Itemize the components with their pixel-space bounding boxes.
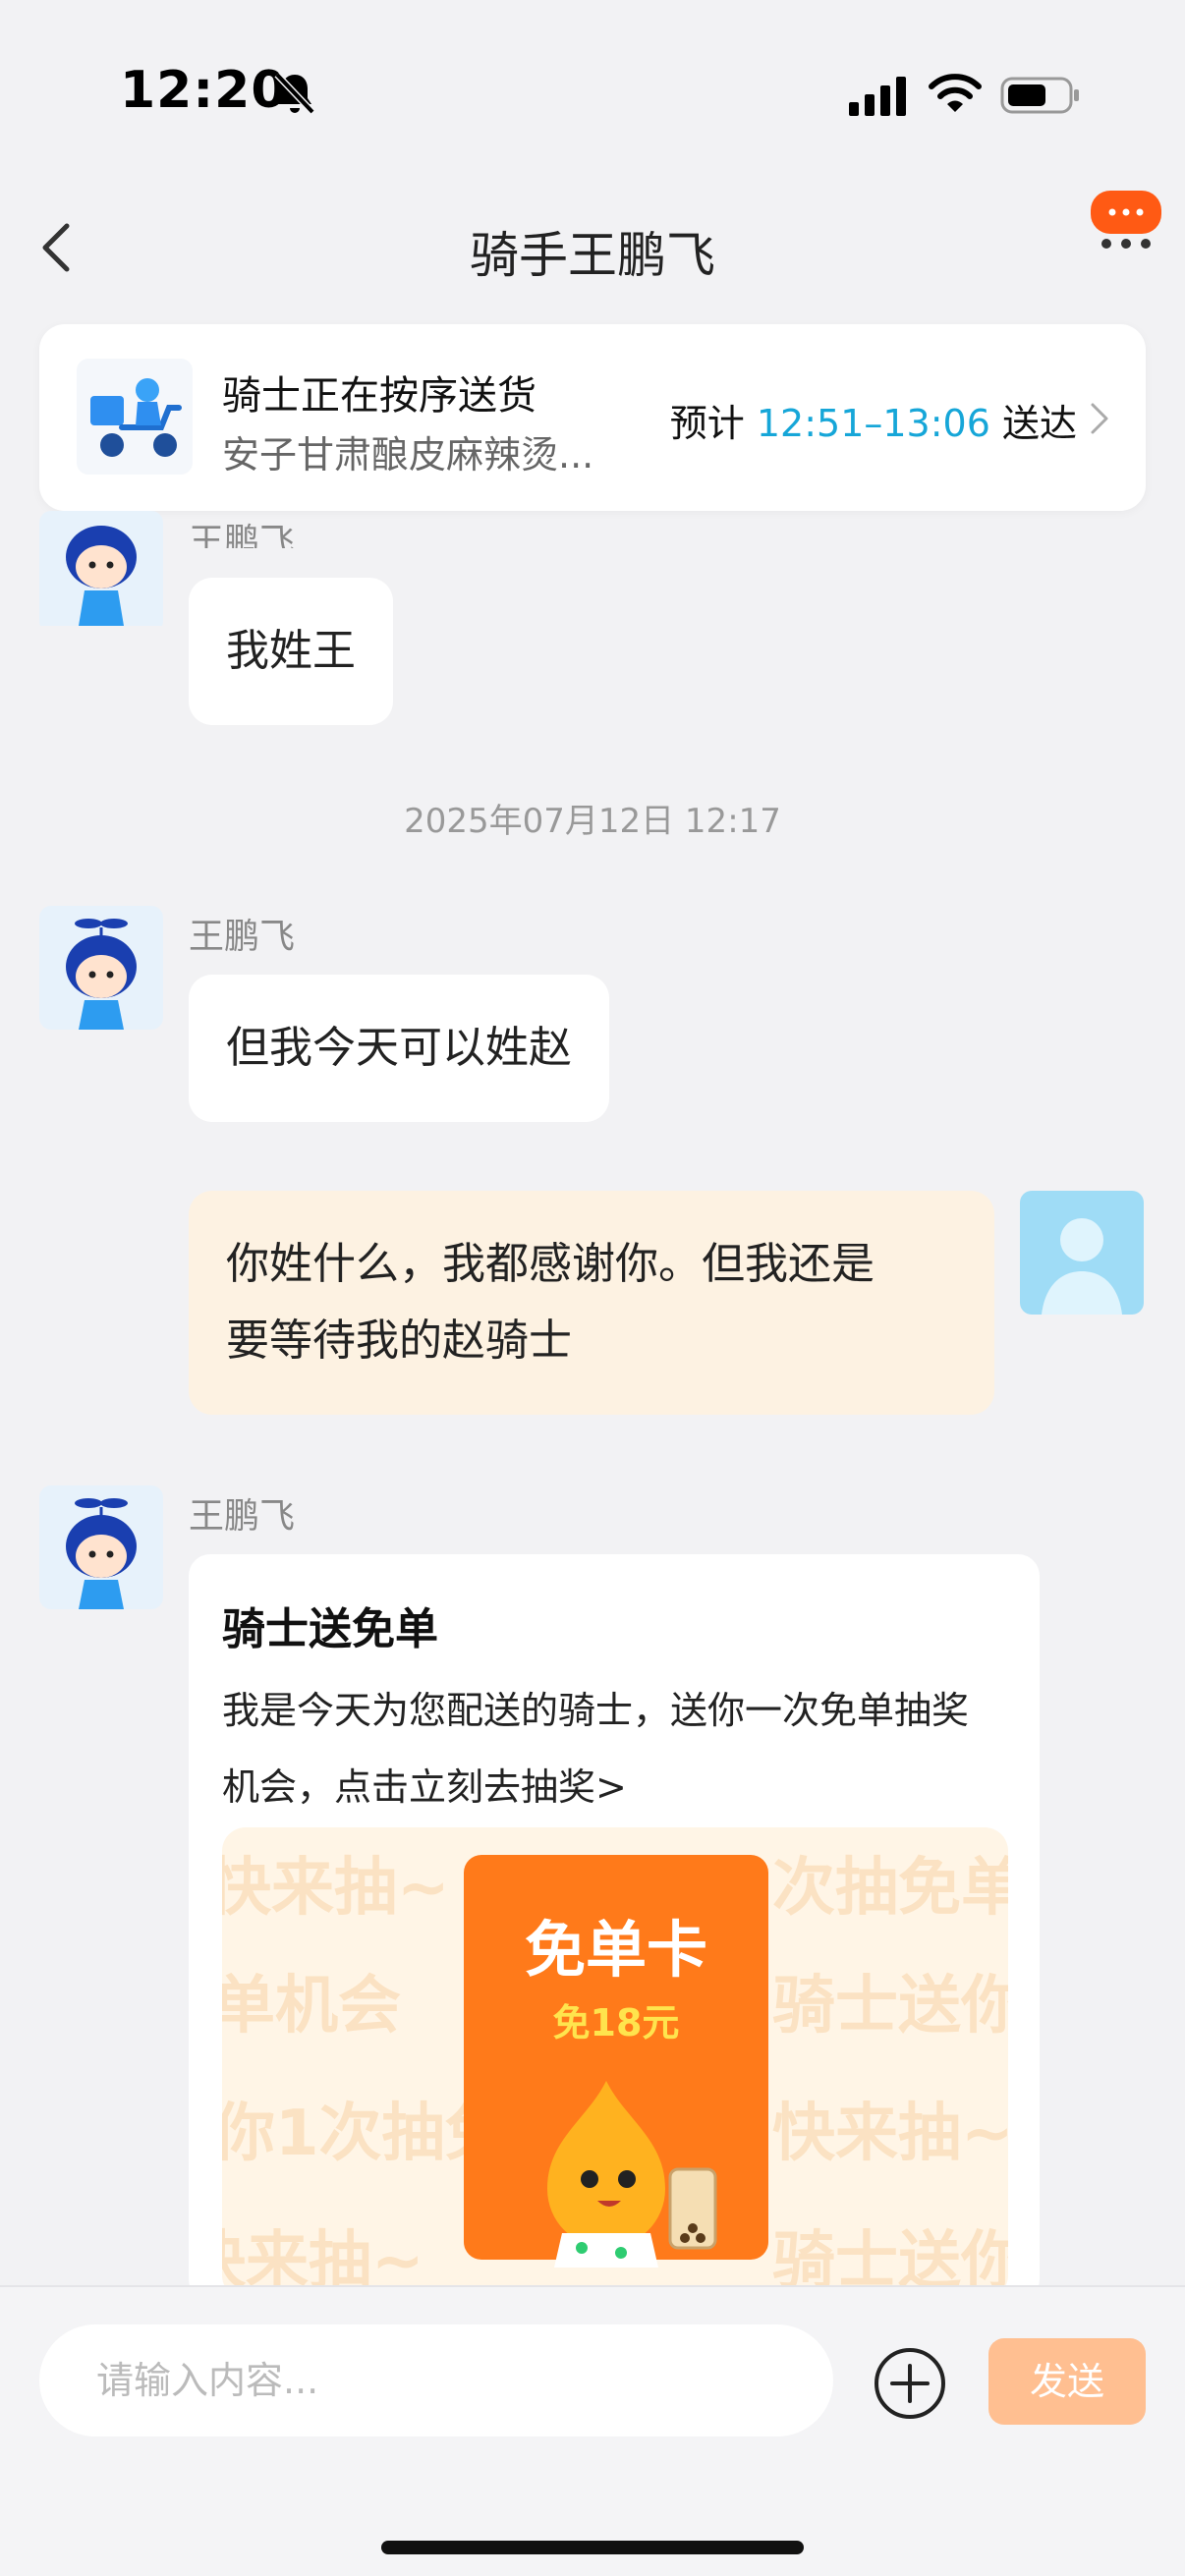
home-indicator [381, 2541, 804, 2554]
chevron-right-icon [1091, 403, 1108, 434]
message-line: 你姓什么，我都感谢你。但我还是 [226, 1239, 875, 1289]
status-bar: 12:20 [0, 0, 1185, 147]
rider-avatar[interactable] [39, 511, 163, 633]
page-title: 骑手王鹏飞 [470, 227, 715, 284]
free-order-lottery-card[interactable]: 骑士送免单 我是今天为您配送的骑士，送你一次免单抽奖 机会，点击立刻去抽奖> 快… [189, 1554, 1040, 2301]
coupon-title: 免单卡 [524, 1914, 707, 1986]
order-status-card[interactable]: 骑士正在按序送货 安子甘肃酿皮麻辣烫... 预计 12:51–13:06 送达 [39, 324, 1146, 511]
order-shop-name: 安子甘肃酿皮麻辣烫... [222, 433, 594, 476]
rider-avatar[interactable] [39, 906, 163, 1030]
rider-avatar[interactable] [39, 1485, 163, 1609]
status-time: 12:20 [120, 61, 288, 120]
sender-name: 王鹏飞 [189, 1496, 296, 1537]
delivery-scooter-icon [77, 359, 193, 475]
coupon-amount: 免18元 [552, 2001, 680, 2044]
promo-bg-text: 骑士送你 [772, 1970, 1008, 2043]
battery-icon [1000, 77, 1079, 114]
chat-timestamp: 2025年07月12日 12:17 [404, 802, 781, 841]
sender-name: 王鹏飞 [189, 522, 296, 548]
order-status-text: 骑士正在按序送货 [222, 373, 536, 419]
promo-bg-text: 次抽免单 [772, 1852, 1008, 1925]
message-bubble[interactable]: 但我今天可以姓赵 [189, 975, 609, 1122]
promo-banner[interactable]: 快来抽~ 次抽免单 单机会 骑士送你 你1次抽免 快来抽~ 快来抽~ 骑士送你 … [222, 1827, 1008, 2299]
user-avatar[interactable] [1020, 1191, 1144, 1315]
sender-name: 王鹏飞 [189, 917, 296, 957]
promo-bg-text: 单机会 [222, 1970, 401, 2043]
more-chat-icon[interactable] [1089, 191, 1163, 250]
eta-prefix: 预计 [669, 402, 745, 445]
eta-time: 12:51–13:06 [756, 402, 990, 445]
mascot-icon [547, 2081, 717, 2268]
promo-bg-text: 快来抽~ [222, 1852, 450, 1925]
free-order-coupon[interactable]: 免单卡 免18元 [464, 1855, 768, 2268]
eta: 预计 12:51–13:06 送达 [670, 393, 1077, 447]
message-input[interactable] [39, 2324, 833, 2436]
card-desc-line: 我是今天为您配送的骑士，送你一次免单抽奖 [222, 1689, 970, 1732]
card-desc-line: 机会，点击立刻去抽奖> [222, 1765, 627, 1809]
add-plus-icon[interactable] [873, 2346, 947, 2421]
message-line: 要等待我的赵骑士 [226, 1316, 572, 1366]
eta-suffix: 送达 [1001, 402, 1077, 445]
card-description[interactable]: 我是今天为您配送的骑士，送你一次免单抽奖 机会，点击立刻去抽奖> [222, 1672, 1018, 1825]
message-bubble[interactable]: 我姓王 [189, 578, 393, 725]
promo-bg-text: 快来抽~ [772, 2098, 1008, 2170]
self-message-bubble[interactable]: 你姓什么，我都感谢你。但我还是 要等待我的赵骑士 [189, 1191, 994, 1415]
message-input-bar: 发送 [0, 2285, 1185, 2576]
cellular-signal-icon [849, 77, 906, 116]
send-button[interactable]: 发送 [988, 2338, 1146, 2425]
silent-bell-icon [274, 72, 315, 115]
card-title: 骑士送免单 [222, 1604, 438, 1654]
wifi-icon [929, 74, 982, 112]
